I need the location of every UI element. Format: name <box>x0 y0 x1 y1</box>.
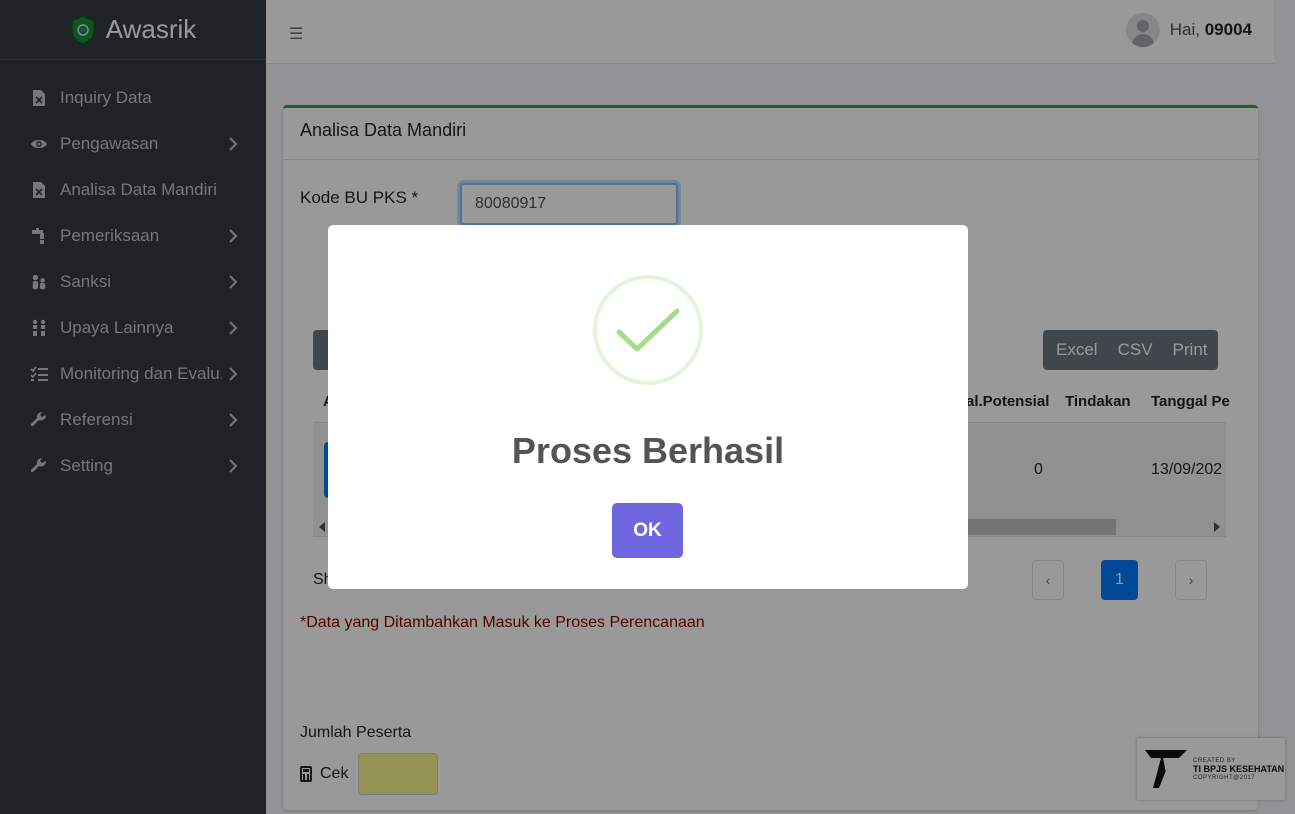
success-dialog: Proses Berhasil OK <box>328 225 968 589</box>
ok-button[interactable]: OK <box>612 503 683 558</box>
dialog-title: Proses Berhasil <box>511 430 785 471</box>
success-check-icon <box>593 275 703 385</box>
